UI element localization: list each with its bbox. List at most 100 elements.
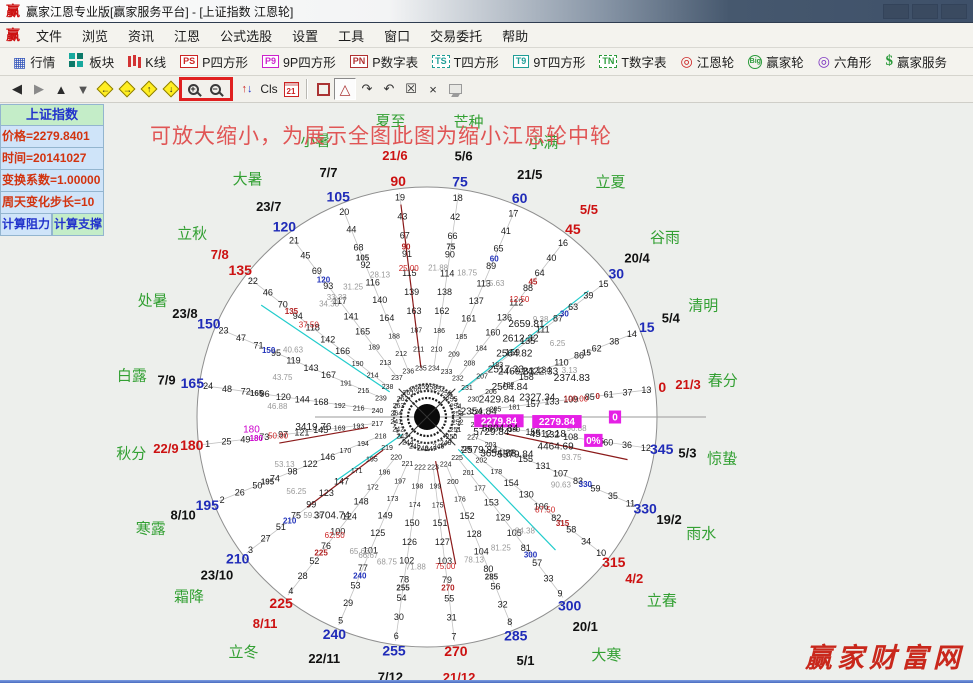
toolbar-label: P四方形 [202,52,248,71]
toolbar-label: 9P四方形 [283,52,336,71]
toolbar-item-t-square[interactable]: TS T四方形 [425,50,506,74]
diamond-up-icon: ↑ [141,81,158,98]
menu-stock-picker[interactable]: 公式选股 [210,23,282,48]
toolbar-item-p-square[interactable]: PS P四方形 [173,50,255,74]
toolbar-item-hexagon[interactable]: ◎六角形 [811,50,879,74]
quotes-grid-icon: ▦ [13,55,26,69]
zoom-in-button[interactable]: + [182,78,204,100]
toolbar-label: T四方形 [454,52,499,71]
main-toolbar: ▦ 行情 板块 K线 PS P四方形 P9 9P四方形 PNP数字表 TS T四方形 T… [0,48,973,76]
diamond-right-button[interactable]: → [116,78,138,100]
site-watermark: 赢家财富网 [805,636,965,675]
menu-settings[interactable]: 设置 [282,23,328,48]
window-controls [883,4,967,19]
square-shape-button[interactable] [312,78,334,100]
time-field: 时间=20141027 [0,148,104,170]
close-button[interactable] [941,4,967,19]
sector-blocks-icon [69,53,75,59]
toolbar-label: 赢家轮 [766,52,804,71]
triangle-shape-icon: △ [340,82,351,96]
pn-badge-icon: PN [350,55,369,68]
ps-badge-icon: PS [180,55,198,68]
diamond-right-icon: → [119,81,136,98]
app-logo-icon: 赢 [6,1,20,21]
toolbar-label: T数字表 [621,52,666,71]
toolbar-label: P数字表 [372,52,418,71]
calendar-icon: 21 [284,82,299,97]
toolbar-label: 行情 [30,52,55,71]
toolbar-item-sectors[interactable]: 板块 [62,50,121,74]
toolbar-item-9p-square[interactable]: P9 9P四方形 [255,50,343,74]
cls-button[interactable]: Cls [258,78,280,100]
toolbar-item-winner-wheel[interactable]: Big 赢家轮 [741,50,811,74]
menu-browse[interactable]: 浏览 [72,23,118,48]
nav-right-button[interactable]: ▶ [28,78,50,100]
calc-support-button[interactable]: 计算支撑 [52,214,104,236]
nav-left-button[interactable]: ◀ [6,78,28,100]
index-info-panel: 上证指数 价格=2279.8401 时间=20141027 变换系数=1.000… [0,104,104,236]
tn-badge-icon: TN [599,55,617,68]
zoom-out-icon: − [210,84,221,95]
toolbar-item-gann-wheel[interactable]: ◎江恩轮 [674,50,742,74]
boxed-x-button[interactable]: ☒ [400,78,422,100]
toolbar-label: K线 [145,52,166,71]
menu-news[interactable]: 资讯 [118,23,164,48]
gann-wheel-canvas[interactable] [0,103,973,683]
toolbar-label: 六角形 [834,52,872,71]
ts-badge-icon: TS [432,55,450,68]
menu-trading[interactable]: 交易委托 [420,23,492,48]
toolbar-separator [230,79,232,99]
calc-resistance-button[interactable]: 计算阻力 [0,214,52,236]
square-shape-icon [317,83,330,96]
presentation-easel-icon [449,84,462,94]
step-length-field: 周天变化步长=10 [0,192,104,214]
title-bar: 赢 赢家江恩专业版[赢家服务平台] - [上证指数 江恩轮] [0,0,973,23]
price-field: 价格=2279.8401 [0,126,104,148]
hexagon-target-icon: ◎ [818,53,830,70]
maximize-button[interactable] [912,4,938,19]
zoom-in-icon: + [188,84,199,95]
diamond-down-button[interactable]: ↓ [160,78,182,100]
flip-vertical-button[interactable]: ↑↓ [236,78,258,100]
menu-tools[interactable]: 工具 [328,23,374,48]
center-fit-button[interactable]: × [422,78,444,100]
p9-badge-icon: P9 [262,55,279,68]
toolbar-label: 9T四方形 [533,52,585,71]
dollar-icon: $ [886,53,894,70]
winner-wheel-icon: Big [748,55,762,69]
toolbar-label: 板块 [89,52,114,71]
menu-bar: 赢 文件 浏览 资讯 江恩 公式选股 设置 工具 窗口 交易委托 帮助 [0,23,973,48]
diamond-left-icon: ← [97,81,114,98]
zoom-out-button[interactable]: − [204,78,226,100]
menu-file[interactable]: 文件 [26,23,72,48]
window-title: 赢家江恩专业版[赢家服务平台] - [上证指数 江恩轮] [26,3,293,20]
toolbar-label: 江恩轮 [697,52,735,71]
minimize-button[interactable] [883,4,909,19]
tools-toolbar: ◀ ▶ ▲ ▼ ← → ↑ ↓ + − ↑↓ Cls 21 △ ↷ ↶ ☒ × [0,76,973,103]
kline-candles-icon [128,56,131,67]
diamond-down-icon: ↓ [163,81,180,98]
menu-gann[interactable]: 江恩 [164,23,210,48]
toolbar-label: 赢家服务 [897,52,947,71]
menu-help[interactable]: 帮助 [492,23,538,48]
toolbar-item-quotes[interactable]: ▦ 行情 [6,50,62,74]
toolbar-item-winner-service[interactable]: $赢家服务 [879,50,955,74]
gann-wheel-target-icon: ◎ [681,53,693,70]
rotate-cw-button[interactable]: ↷ [356,78,378,100]
nav-down-button[interactable]: ▼ [72,78,94,100]
index-name: 上证指数 [0,104,104,126]
presentation-button[interactable] [444,78,466,100]
toolbar-item-9t-square[interactable]: T99T四方形 [506,50,593,74]
calendar-button[interactable]: 21 [280,78,302,100]
diamond-left-button[interactable]: ← [94,78,116,100]
diamond-up-button[interactable]: ↑ [138,78,160,100]
toolbar-item-kline[interactable]: K线 [121,50,173,74]
menu-logo-icon: 赢 [6,25,20,45]
toolbar-item-t-table[interactable]: TN T数字表 [592,50,673,74]
nav-up-button[interactable]: ▲ [50,78,72,100]
t9-badge-icon: T9 [513,55,530,68]
menu-window[interactable]: 窗口 [374,23,420,48]
triangle-shape-button[interactable]: △ [334,78,356,100]
toolbar-item-p-table[interactable]: PNP数字表 [343,50,425,74]
rotate-ccw-button[interactable]: ↶ [378,78,400,100]
